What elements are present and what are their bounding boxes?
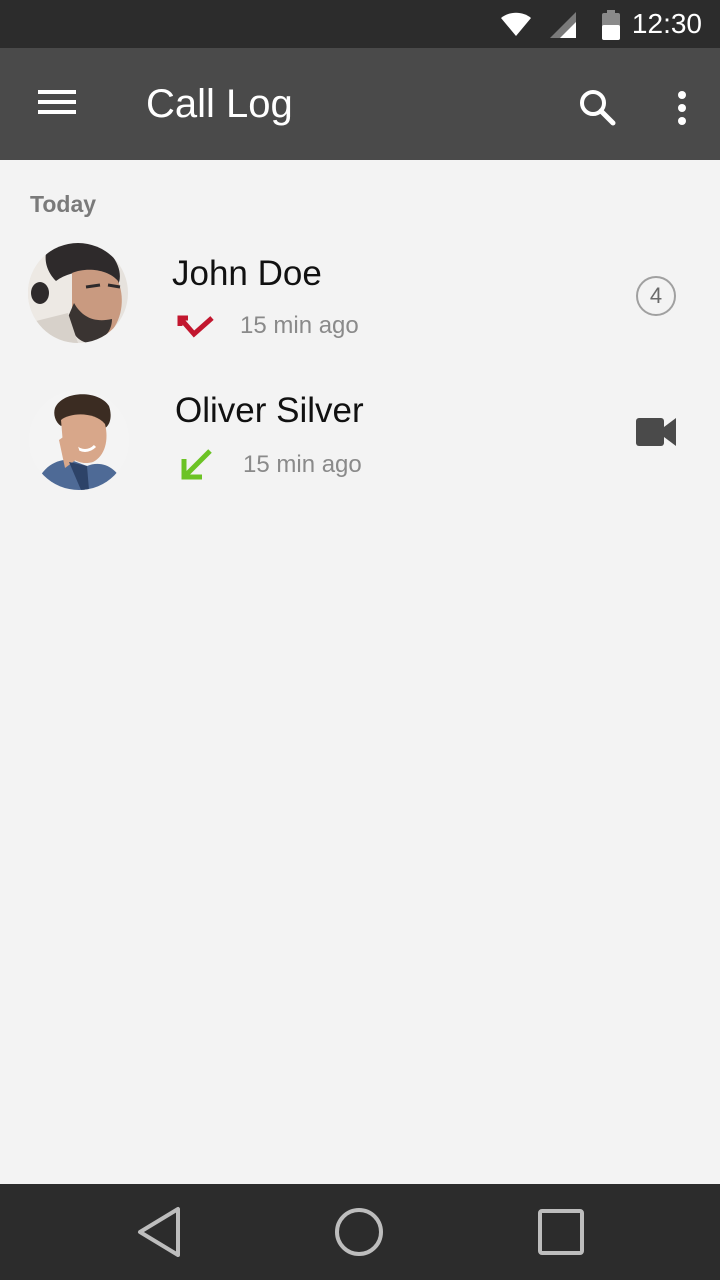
back-icon[interactable] xyxy=(136,1206,184,1258)
app-bar: Call Log xyxy=(0,48,720,160)
missed-call-icon xyxy=(177,315,214,338)
contact-name: John Doe xyxy=(172,254,322,293)
search-icon[interactable] xyxy=(578,88,616,126)
contact-avatar xyxy=(29,390,129,490)
call-time: 15 min ago xyxy=(240,312,359,339)
status-clock: 12:30 xyxy=(631,8,702,39)
call-log-item[interactable]: John Doe 15 min ago 4 xyxy=(0,228,720,358)
battery-icon xyxy=(602,10,620,40)
recents-icon[interactable] xyxy=(537,1208,585,1256)
call-count-badge: 4 xyxy=(636,276,676,316)
contact-name: Oliver Silver xyxy=(175,391,364,430)
menu-icon[interactable] xyxy=(38,88,76,116)
cellular-signal-icon xyxy=(550,12,576,38)
navigation-bar xyxy=(0,1184,720,1280)
section-header-today: Today xyxy=(30,191,97,217)
more-vert-icon[interactable] xyxy=(676,90,688,126)
home-icon[interactable] xyxy=(333,1206,385,1258)
page-title: Call Log xyxy=(146,82,293,126)
call-log-item[interactable]: Oliver Silver 15 min ago xyxy=(0,375,720,505)
videocam-icon[interactable] xyxy=(636,418,676,446)
contact-avatar xyxy=(28,243,128,343)
incoming-call-icon xyxy=(181,449,212,480)
status-bar: 12:30 xyxy=(0,0,720,48)
call-time: 15 min ago xyxy=(243,451,362,478)
wifi-icon xyxy=(501,12,531,36)
